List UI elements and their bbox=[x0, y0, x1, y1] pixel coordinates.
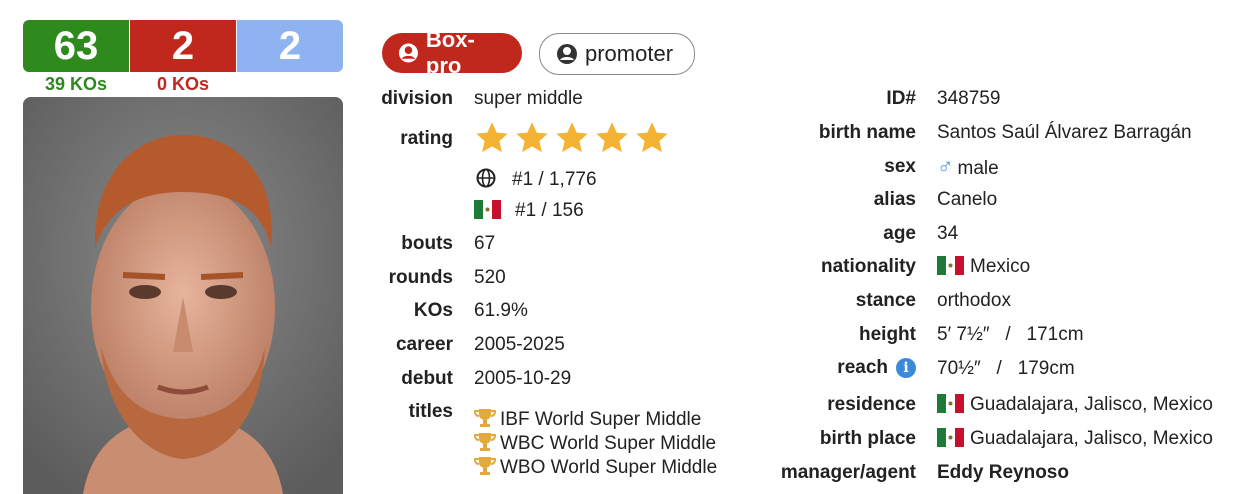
title-name: IBF World Super Middle bbox=[500, 409, 702, 430]
id-label: ID# bbox=[886, 88, 916, 109]
mexico-flag-icon bbox=[474, 200, 501, 219]
debut-value[interactable]: 2005-10-29 bbox=[474, 368, 571, 390]
male-icon: ♂ bbox=[937, 154, 954, 179]
user-circle-icon bbox=[398, 43, 418, 63]
nationality-label: nationality bbox=[820, 256, 916, 277]
age-value: 34 bbox=[937, 223, 959, 244]
losses-kos: 0 KOs bbox=[156, 74, 210, 94]
manager-value[interactable]: Eddy Reynoso bbox=[937, 462, 1069, 484]
info-icon[interactable]: i bbox=[896, 358, 916, 378]
alias-label: alias bbox=[873, 189, 916, 210]
stance-value: orthodox bbox=[937, 290, 1011, 311]
birth-place-value: Guadalajara, Jalisco, Mexico bbox=[970, 428, 1213, 449]
reach-label-row: reach i bbox=[837, 357, 916, 379]
wins-kos: 39 KOs bbox=[44, 74, 108, 94]
star-icon bbox=[596, 122, 628, 153]
nationality-row[interactable]: Mexico bbox=[937, 256, 1030, 278]
box-pro-label: Box-pro bbox=[425, 27, 475, 78]
sex-label: sex bbox=[884, 156, 916, 177]
sex-value: male bbox=[957, 158, 999, 179]
title-name: WBO World Super Middle bbox=[500, 457, 718, 478]
id-value: 348759 bbox=[937, 88, 1001, 109]
promoter-label: promoter bbox=[585, 41, 674, 66]
reach-value: 70½″ / 179cm bbox=[937, 358, 1075, 379]
reach-label: reach bbox=[837, 357, 888, 378]
nationality-value: Mexico bbox=[970, 256, 1031, 277]
birth-name-value: Santos Saúl Álvarez Barragán bbox=[937, 122, 1192, 143]
sex-value-row: ♂ male bbox=[937, 154, 999, 180]
alias-value: Canelo bbox=[937, 189, 998, 210]
rating-stars bbox=[474, 120, 670, 156]
mexico-flag-icon bbox=[937, 256, 964, 275]
mexico-flag-icon bbox=[937, 428, 964, 447]
globe-icon bbox=[476, 168, 496, 188]
birth-place-row[interactable]: Guadalajara, Jalisco, Mexico bbox=[937, 428, 1213, 450]
age-label: age bbox=[883, 223, 916, 244]
residence-value: Guadalajara, Jalisco, Mexico bbox=[970, 394, 1213, 415]
national-rank-value: #1 / 156 bbox=[515, 200, 584, 221]
birth-place-label: birth place bbox=[819, 428, 916, 449]
losses-count: 2 bbox=[129, 20, 237, 72]
star-icon bbox=[636, 122, 668, 153]
birth-name-label: birth name bbox=[818, 122, 916, 143]
draws-count: 2 bbox=[237, 20, 343, 72]
kos-value: 61.9% bbox=[474, 300, 528, 321]
rating-label: rating bbox=[400, 128, 453, 149]
title-item[interactable]: WBO World Super Middle bbox=[474, 456, 717, 479]
user-circle-icon bbox=[557, 44, 577, 64]
national-rank-row[interactable]: #1 / 156 bbox=[474, 200, 584, 222]
career-value: 2005-2025 bbox=[474, 334, 565, 355]
bouts-value: 67 bbox=[474, 233, 496, 254]
world-rank-value: #1 / 1,776 bbox=[512, 169, 597, 190]
wins-count: 63 bbox=[23, 20, 129, 72]
career-label: career bbox=[395, 334, 453, 355]
record-bar: 63 2 2 bbox=[23, 20, 343, 72]
titles-label: titles bbox=[408, 401, 453, 422]
star-icon bbox=[556, 122, 588, 153]
title-item[interactable]: IBF World Super Middle bbox=[474, 408, 701, 431]
title-name: WBC World Super Middle bbox=[500, 433, 717, 454]
residence-row[interactable]: Guadalajara, Jalisco, Mexico bbox=[937, 394, 1213, 416]
kos-label: KOs bbox=[413, 300, 453, 321]
division-label: division bbox=[381, 88, 453, 109]
height-value: 5′ 7½″ / 171cm bbox=[937, 324, 1084, 345]
rounds-label: rounds bbox=[388, 267, 453, 288]
box-pro-badge[interactable]: Box-pro bbox=[382, 27, 522, 78]
promoter-badge[interactable]: promoter bbox=[539, 33, 695, 75]
title-item[interactable]: WBC World Super Middle bbox=[474, 432, 716, 455]
manager-label: manager/agent bbox=[780, 462, 916, 483]
boxer-photo bbox=[23, 97, 343, 494]
division-value[interactable]: super middle bbox=[474, 88, 583, 110]
residence-label: residence bbox=[827, 394, 916, 415]
trophy-icon bbox=[474, 409, 496, 427]
stance-label: stance bbox=[855, 290, 916, 311]
trophy-icon bbox=[474, 457, 496, 475]
rounds-value: 520 bbox=[474, 267, 506, 288]
star-icon bbox=[476, 122, 508, 153]
world-rank-row[interactable]: #1 / 1,776 bbox=[476, 168, 597, 191]
trophy-icon bbox=[474, 433, 496, 451]
bouts-label: bouts bbox=[401, 233, 453, 254]
debut-label: debut bbox=[401, 368, 453, 389]
mexico-flag-icon bbox=[937, 394, 964, 413]
height-label: height bbox=[859, 324, 916, 345]
star-icon bbox=[516, 122, 548, 153]
